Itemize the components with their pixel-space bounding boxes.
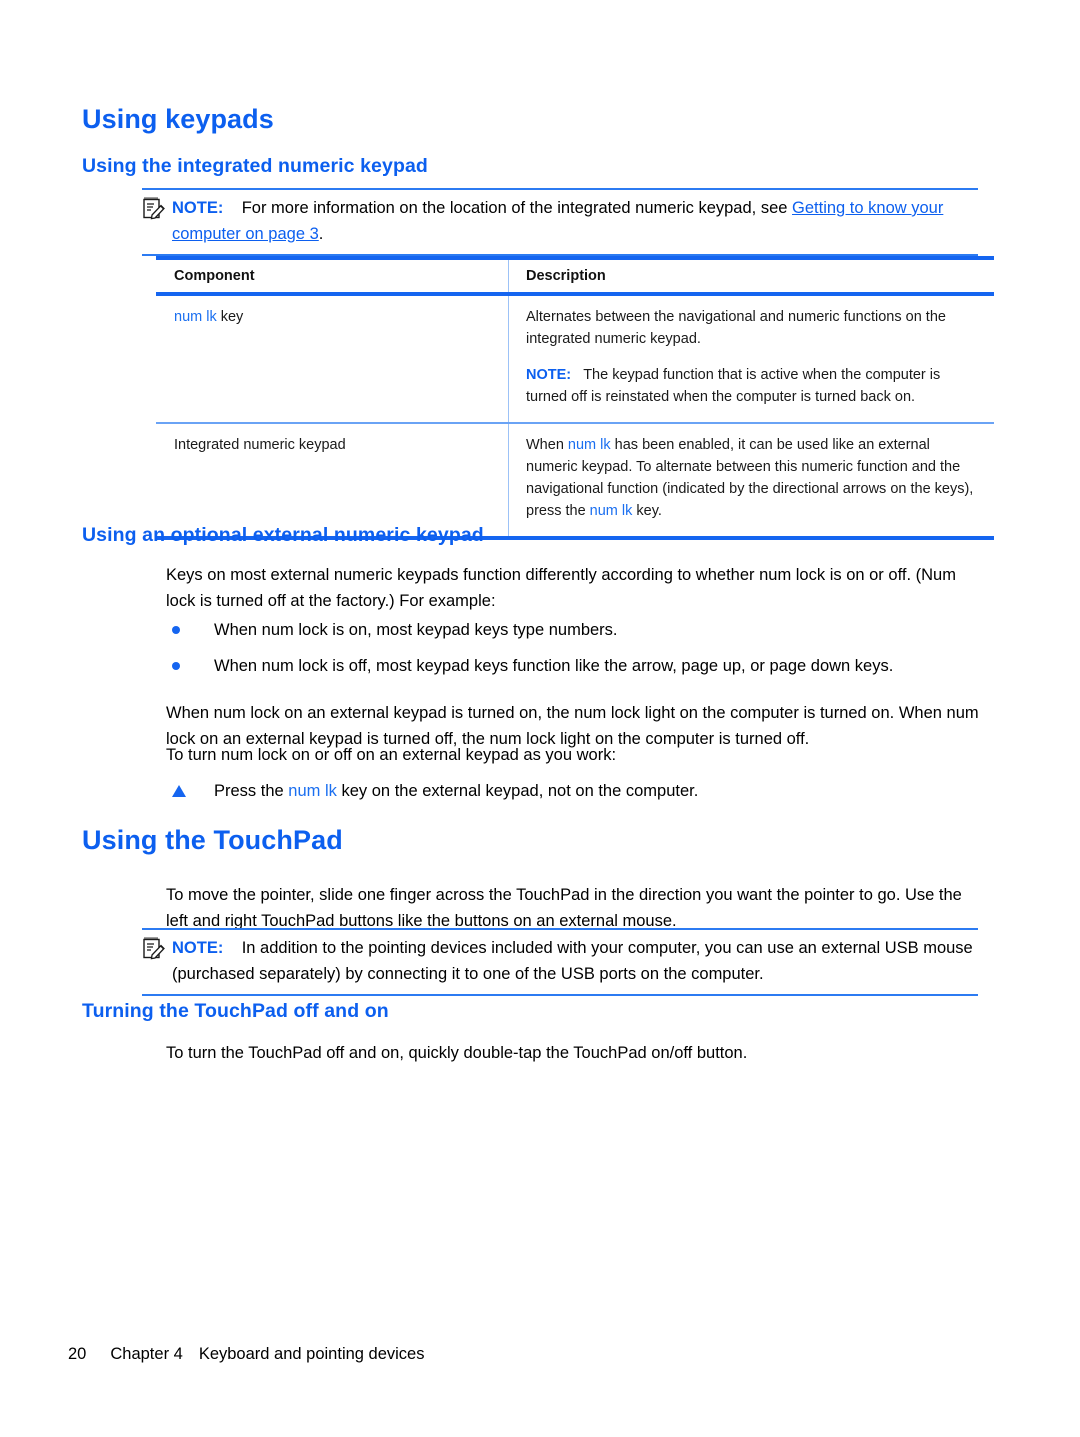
bullet-icon [172, 626, 180, 634]
table-column-separator [508, 260, 509, 292]
keyterm-num-lk: num lk [288, 782, 337, 800]
table-cell-component: num lk key [156, 296, 508, 422]
table-cell-component-suffix: key [216, 309, 244, 325]
desc-part-3: key. [632, 503, 662, 519]
table-cell-component: Integrated numeric keypad [174, 437, 346, 453]
touchpad-off-on-paragraph: To turn the TouchPad off and on, quickly… [166, 1044, 748, 1062]
table-cell-description-paragraph: When num lk has been enabled, it can be … [526, 434, 980, 522]
external-keypad-intro: Keys on most external numeric keypads fu… [166, 566, 956, 610]
footer-chapter-title: Keyboard and pointing devices [198, 1345, 425, 1363]
keyterm-num-lk: num lk [589, 503, 633, 519]
touchpad-paragraph: To move the pointer, slide one finger ac… [166, 886, 962, 930]
table-column-separator [508, 296, 509, 422]
triangle-step-icon [172, 785, 186, 797]
note-box-touchpad: NOTE: In addition to the pointing device… [142, 928, 978, 996]
note-spacer [228, 199, 242, 217]
list-item-label: When num lock is on, most keypad keys ty… [214, 621, 618, 639]
note-text: In addition to the pointing devices incl… [172, 939, 973, 983]
footer-chapter: Chapter 4 [110, 1345, 183, 1363]
list-item: When num lock is off, most keypad keys f… [172, 653, 984, 679]
table-note-text: The keypad function that is active when … [526, 367, 941, 405]
table-row: Integrated numeric keypad When num lk ha… [156, 424, 994, 536]
procedure-step: Press the num lk key on the external key… [172, 778, 984, 804]
page-title: Using keypads [82, 104, 274, 134]
heading-using-integrated-numeric-keypad: Using the integrated numeric keypad [82, 155, 428, 177]
keyterm-num-lk: num lk [567, 437, 611, 453]
procedure-step-label: Press the num lk key on the external key… [214, 778, 984, 804]
table-row: num lk key Alternates between the naviga… [156, 296, 994, 422]
table-header-row: Component Description [156, 260, 994, 292]
note-text-after-link: . [318, 225, 324, 243]
page-footer: 20 Chapter 4 Keyboard and pointing devices [68, 1345, 425, 1364]
note-label: NOTE: [172, 939, 224, 957]
table-cell-description: Alternates between the navigational and … [508, 296, 994, 422]
note-clipboard-icon [142, 936, 166, 960]
desc-part-1: When [526, 437, 568, 453]
list-item-label: When num lock is off, most keypad keys f… [214, 657, 894, 675]
step-text-after: key on the external keypad, not on the c… [336, 782, 699, 800]
note-text-before-link: For more information on the location of … [241, 199, 793, 217]
table-cell-description: When num lk has been enabled, it can be … [508, 424, 994, 536]
heading-turning-the-touchpad-off-and-on: Turning the TouchPad off and on [82, 1000, 389, 1022]
table-column-separator [508, 424, 509, 536]
table-header-description: Description [526, 268, 606, 284]
component-description-table: Component Description num lk key Alterna… [156, 256, 994, 540]
heading-using-the-touchpad: Using the TouchPad [82, 825, 343, 855]
table-cell-description-note: NOTE: The keypad function that is active… [526, 364, 980, 408]
heading-using-optional-external-numeric-keypad: Using an optional external numeric keypa… [82, 524, 484, 546]
note-label: NOTE: [172, 199, 224, 217]
step-text-before: Press the [214, 782, 289, 800]
table-note-spacer [571, 367, 583, 383]
table-header-component: Component [174, 268, 255, 284]
note-spacer [228, 939, 242, 957]
note-clipboard-icon [142, 196, 166, 220]
note-box-integrated-keypad: NOTE: For more information on the locati… [142, 188, 978, 256]
table-note-label: NOTE: [526, 367, 572, 383]
keyterm-num-lk: num lk [174, 309, 217, 325]
list-item: When num lock is on, most keypad keys ty… [172, 617, 984, 643]
footer-page-number: 20 [68, 1345, 87, 1363]
external-keypad-paragraph-2: To turn num lock on or off on an externa… [166, 746, 617, 764]
document-page: Using keypads Using the integrated numer… [0, 0, 1080, 1437]
table-cell-description-paragraph: Alternates between the navigational and … [526, 309, 946, 347]
bullet-icon [172, 662, 180, 670]
